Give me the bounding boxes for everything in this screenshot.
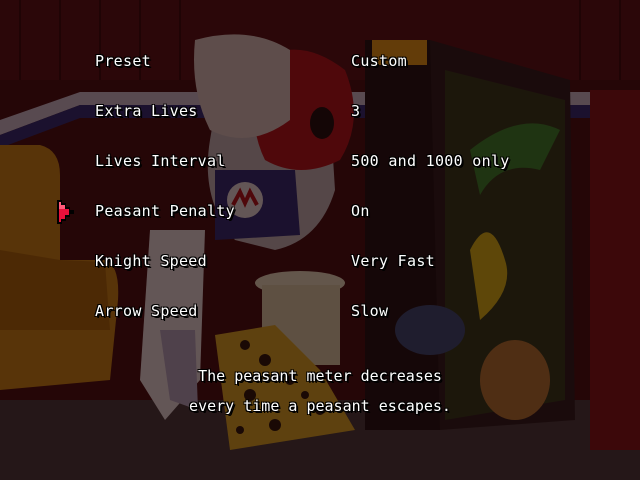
option-label: Peasant Penalty [95,202,235,220]
option-label: Extra Lives [95,102,198,120]
red-arrow-cursor-icon [57,200,74,224]
option-row-arrow-speed[interactable]: Arrow Speed Slow [0,302,640,332]
option-row-extra-lives[interactable]: Extra Lives 3 [0,102,640,132]
option-row-peasant-penalty[interactable]: Peasant Penalty On [0,202,640,232]
options-screen: Preset Custom Extra Lives 3 Lives Interv… [0,0,640,480]
option-label: Arrow Speed [95,302,198,320]
option-description-line-1: The peasant meter decreases [198,367,442,385]
option-value[interactable]: Custom [351,52,407,70]
option-row-lives-interval[interactable]: Lives Interval 500 and 1000 only [0,152,640,182]
option-label: Preset [95,52,151,70]
option-value[interactable]: 3 [351,102,360,120]
option-value[interactable]: On [351,202,370,220]
option-label: Lives Interval [95,152,226,170]
option-description-line-2: every time a peasant escapes. [189,397,451,415]
option-value[interactable]: Very Fast [351,252,435,270]
option-value[interactable]: 500 and 1000 only [351,152,510,170]
option-row-knight-speed[interactable]: Knight Speed Very Fast [0,252,640,282]
option-row-preset[interactable]: Preset Custom [0,52,640,82]
option-value[interactable]: Slow [351,302,388,320]
option-label: Knight Speed [95,252,207,270]
